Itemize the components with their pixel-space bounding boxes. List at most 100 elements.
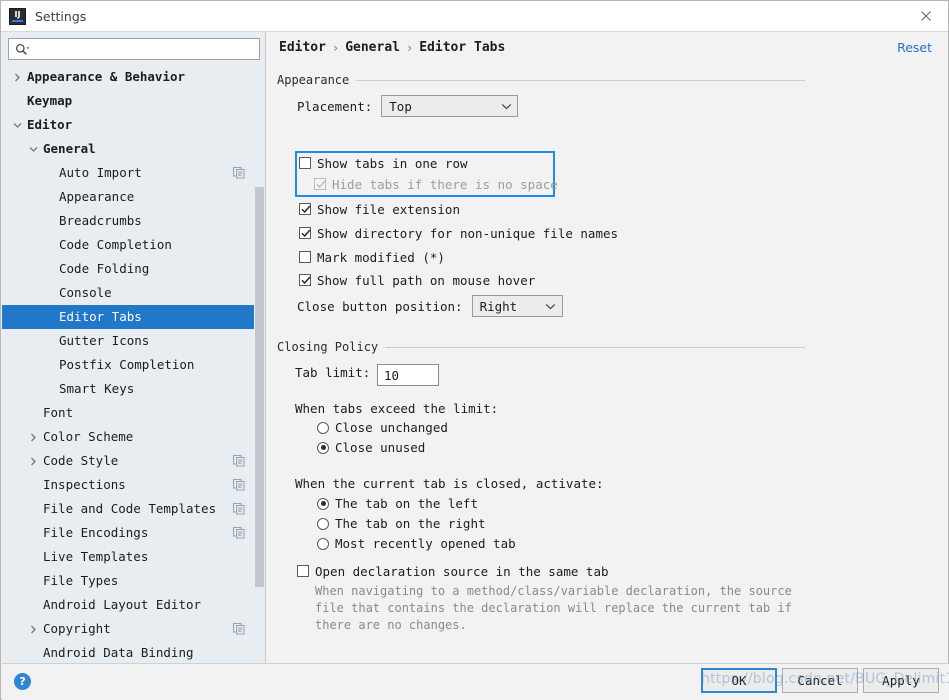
sidebar-item-keymap[interactable]: Keymap bbox=[2, 89, 265, 113]
sidebar-item-code-style[interactable]: Code Style bbox=[2, 449, 265, 473]
sidebar-item-label: Editor Tabs bbox=[59, 308, 142, 324]
radio-circle bbox=[317, 517, 329, 530]
radio-close-unused[interactable]: Close unused bbox=[317, 440, 425, 455]
radio-tab-on-right[interactable]: The tab on the right bbox=[317, 516, 486, 531]
sidebar-item-font[interactable]: Font bbox=[2, 401, 265, 425]
sidebar-item-console[interactable]: Console bbox=[2, 281, 265, 305]
placement-dropdown[interactable]: Top bbox=[381, 95, 519, 117]
copy-settings-icon[interactable] bbox=[233, 479, 245, 491]
radio-most-recently-opened[interactable]: Most recently opened tab bbox=[317, 536, 516, 551]
sidebar-item-appearance-behavior[interactable]: Appearance & Behavior bbox=[2, 65, 265, 89]
close-button[interactable] bbox=[903, 1, 948, 31]
mark-modified-checkbox[interactable]: Mark modified (*) bbox=[299, 250, 445, 265]
closing-policy-section-header: Closing Policy bbox=[277, 340, 805, 354]
radio-circle bbox=[317, 441, 329, 454]
show-directory-label: Show directory for non-unique file names bbox=[317, 226, 619, 241]
chevron-right-icon[interactable] bbox=[10, 65, 24, 89]
cancel-button[interactable]: Cancel bbox=[782, 668, 858, 693]
sidebar-item-code-completion[interactable]: Code Completion bbox=[2, 233, 265, 257]
radio-dot bbox=[320, 501, 326, 506]
radio-dot bbox=[320, 445, 326, 450]
show-full-path-checkbox[interactable]: Show full path on mouse hover bbox=[299, 273, 535, 288]
sidebar-item-android-layout-editor[interactable]: Android Layout Editor bbox=[2, 593, 265, 617]
sidebar-item-editor[interactable]: Editor bbox=[2, 113, 265, 137]
radio-circle bbox=[317, 537, 329, 550]
logo-text: IJ bbox=[14, 10, 21, 19]
copy-settings-icon[interactable] bbox=[233, 503, 245, 515]
search-field[interactable] bbox=[8, 38, 260, 60]
sidebar-item-live-templates[interactable]: Live Templates bbox=[2, 545, 265, 569]
sidebar-item-smart-keys[interactable]: Smart Keys bbox=[2, 377, 265, 401]
copy-settings-icon[interactable] bbox=[233, 623, 245, 635]
copy-settings-icon[interactable] bbox=[233, 455, 245, 467]
sidebar-item-file-encodings[interactable]: File Encodings bbox=[2, 521, 265, 545]
radio-tab-on-left[interactable]: The tab on the left bbox=[317, 496, 478, 511]
sidebar-item-copyright[interactable]: Copyright bbox=[2, 617, 265, 641]
sidebar-item-file-types[interactable]: File Types bbox=[2, 569, 265, 593]
radio-close-unchanged[interactable]: Close unchanged bbox=[317, 420, 448, 435]
appearance-section-divider bbox=[356, 79, 805, 81]
copy-settings-icon[interactable] bbox=[233, 167, 245, 179]
sidebar-item-breadcrumbs[interactable]: Breadcrumbs bbox=[2, 209, 265, 233]
show-tabs-in-one-row-checkbox[interactable]: Show tabs in one row bbox=[299, 156, 468, 171]
chevron-right-icon[interactable] bbox=[26, 617, 40, 641]
breadcrumb-part-editor[interactable]: Editor bbox=[279, 40, 326, 55]
sidebar-item-label: Code Style bbox=[43, 452, 119, 468]
help-icon[interactable]: ? bbox=[14, 673, 31, 690]
apply-button[interactable]: Apply bbox=[863, 668, 939, 693]
open-declaration-source-checkbox[interactable]: Open declaration source in the same tab bbox=[297, 564, 609, 579]
show-file-extension-checkbox[interactable]: Show file extension bbox=[299, 202, 460, 217]
close-button-position-value: Right bbox=[479, 298, 518, 314]
chevron-down-icon[interactable] bbox=[10, 113, 24, 137]
radio-close-unused-label: Close unused bbox=[335, 440, 426, 455]
breadcrumb-part-general[interactable]: General bbox=[345, 40, 400, 55]
checkbox-box bbox=[299, 203, 311, 215]
ok-button[interactable]: OK bbox=[701, 668, 777, 693]
radio-most-recently-opened-label: Most recently opened tab bbox=[335, 536, 516, 551]
sidebar-item-android-data-binding[interactable]: Android Data Binding bbox=[2, 641, 265, 663]
chevron-right-icon[interactable] bbox=[26, 449, 40, 473]
sidebar-item-code-folding[interactable]: Code Folding bbox=[2, 257, 265, 281]
appearance-section-header: Appearance bbox=[277, 73, 805, 87]
reset-link[interactable]: Reset bbox=[897, 40, 932, 55]
chevron-down-icon bbox=[495, 103, 517, 110]
sidebar-item-inspections[interactable]: Inspections bbox=[2, 473, 265, 497]
close-button-position-label: Close button position: bbox=[297, 298, 463, 314]
sidebar-scrollbar-track[interactable] bbox=[254, 65, 265, 663]
sidebar-item-general[interactable]: General bbox=[2, 137, 265, 161]
sidebar-item-gutter-icons[interactable]: Gutter Icons bbox=[2, 329, 265, 353]
settings-sidebar: Appearance & Behavior Keymap Editor General… bbox=[2, 32, 266, 663]
sidebar-item-auto-import[interactable]: Auto Import bbox=[2, 161, 265, 185]
sidebar-item-color-scheme[interactable]: Color Scheme bbox=[2, 425, 265, 449]
sidebar-item-label: Gutter Icons bbox=[59, 332, 150, 348]
close-button-position-dropdown[interactable]: Right bbox=[471, 295, 563, 317]
chevron-down-icon[interactable] bbox=[26, 137, 40, 161]
tab-limit-row: Tab limit: bbox=[295, 365, 370, 380]
sidebar-item-postfix-completion[interactable]: Postfix Completion bbox=[2, 353, 265, 377]
settings-window: IJ Settings Appearance & Behavior Keymap E… bbox=[0, 0, 949, 700]
search-input[interactable] bbox=[33, 40, 259, 58]
window-title: Settings bbox=[35, 8, 87, 24]
sidebar-item-appearance[interactable]: Appearance bbox=[2, 185, 265, 209]
radio-circle bbox=[317, 421, 329, 434]
title-bar: IJ Settings bbox=[1, 1, 948, 32]
checkbox-box bbox=[299, 274, 311, 286]
sidebar-item-label: Color Scheme bbox=[43, 428, 134, 444]
settings-tree[interactable]: Appearance & Behavior Keymap Editor General… bbox=[2, 65, 265, 663]
sidebar-scrollbar-thumb[interactable] bbox=[255, 187, 264, 587]
tab-limit-input[interactable] bbox=[377, 364, 439, 386]
sidebar-item-editor-tabs[interactable]: Editor Tabs bbox=[2, 305, 265, 329]
sidebar-item-file-and-code-templates[interactable]: File and Code Templates bbox=[2, 497, 265, 521]
copy-settings-icon[interactable] bbox=[233, 527, 245, 539]
show-directory-checkbox[interactable]: Show directory for non-unique file names bbox=[299, 226, 618, 241]
chevron-right-icon[interactable] bbox=[26, 425, 40, 449]
mark-modified-label: Mark modified (*) bbox=[317, 250, 445, 265]
placement-value: Top bbox=[389, 98, 412, 114]
